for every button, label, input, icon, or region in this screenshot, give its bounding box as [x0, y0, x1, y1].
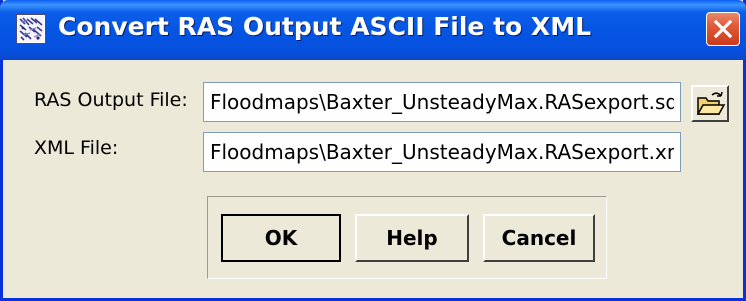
- ras-output-file-input[interactable]: [203, 82, 681, 122]
- open-folder-icon: [696, 91, 726, 115]
- title-bar[interactable]: Convert RAS Output ASCII File to XML: [0, 0, 746, 60]
- browse-button[interactable]: [691, 85, 729, 122]
- xml-file-label: XML File:: [34, 137, 119, 159]
- ras-app-icon[interactable]: [16, 14, 46, 44]
- help-button[interactable]: Help: [355, 214, 469, 262]
- close-icon: [713, 19, 733, 39]
- ok-button[interactable]: OK: [221, 214, 341, 262]
- close-button[interactable]: [706, 12, 740, 46]
- ras-output-file-label: RAS Output File:: [34, 89, 188, 111]
- xml-file-input[interactable]: [203, 132, 681, 172]
- cancel-button[interactable]: Cancel: [483, 214, 595, 262]
- convert-dialog-window: Convert RAS Output ASCII File to XML RAS…: [0, 0, 746, 301]
- window-title: Convert RAS Output ASCII File to XML: [58, 12, 592, 41]
